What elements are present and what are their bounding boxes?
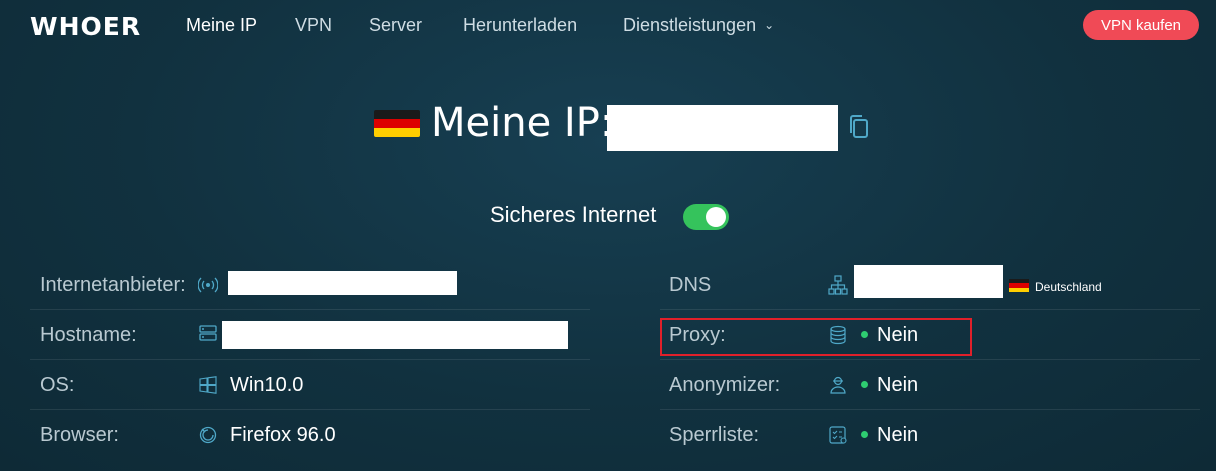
network-icon [828,275,848,295]
user-icon [830,376,846,394]
antenna-icon [198,277,218,293]
germany-flag-icon [374,110,420,137]
divider [660,359,1200,360]
proxy-highlight-box [660,318,972,356]
blacklist-value: Nein [877,424,919,446]
windows-icon [199,376,217,394]
chevron-down-icon: ⌄ [764,18,775,32]
status-ok-dot [861,431,868,438]
isp-label: Internetanbieter: [40,274,186,296]
divider [660,309,1200,310]
dns-value-redacted [854,265,1003,298]
ip-address-redacted [607,105,838,151]
divider [30,309,590,310]
page-title: Meine IP: [431,100,614,146]
browser-value: Firefox 96.0 [230,424,336,446]
checklist-icon [829,426,847,444]
divider [30,359,590,360]
my-ip-header: Meine IP: [0,100,1216,160]
hostname-value-redacted [222,321,568,349]
anonymizer-label: Anonymizer: [669,374,781,396]
os-label: OS: [40,374,75,396]
divider [660,409,1200,410]
nav-herunterladen[interactable]: Herunterladen [463,15,577,36]
nav-server[interactable]: Server [369,15,422,36]
secure-internet-label: Sicheres Internet [490,202,657,227]
browser-label: Browser: [40,424,119,446]
whoer-logo[interactable]: WHOER [30,12,141,41]
divider [30,409,590,410]
isp-value-redacted [228,271,457,295]
nav-vpn[interactable]: VPN [295,15,332,36]
nav-meine-ip[interactable]: Meine IP [186,15,257,36]
toggle-knob [706,207,726,227]
blacklist-label: Sperrliste: [669,424,760,446]
copy-icon[interactable] [848,114,870,140]
secure-internet-toggle[interactable] [683,204,729,230]
nav-dienstleistungen[interactable]: Dienstleistungen ⌄ [623,15,774,36]
hostname-label: Hostname: [40,324,137,346]
anonymizer-value: Nein [877,374,919,396]
server-icon [199,325,217,341]
dns-country: Deutschland [1035,280,1102,294]
nav-dienstleistungen-label: Dienstleistungen [623,15,757,35]
top-navbar: WHOER Meine IP VPN Server Herunterladen … [0,0,1216,52]
buy-vpn-button[interactable]: VPN kaufen [1083,10,1199,40]
status-ok-dot [861,381,868,388]
germany-flag-icon [1009,279,1029,292]
dns-label: DNS [669,274,712,296]
browser-icon [199,426,217,444]
os-value: Win10.0 [230,374,304,396]
